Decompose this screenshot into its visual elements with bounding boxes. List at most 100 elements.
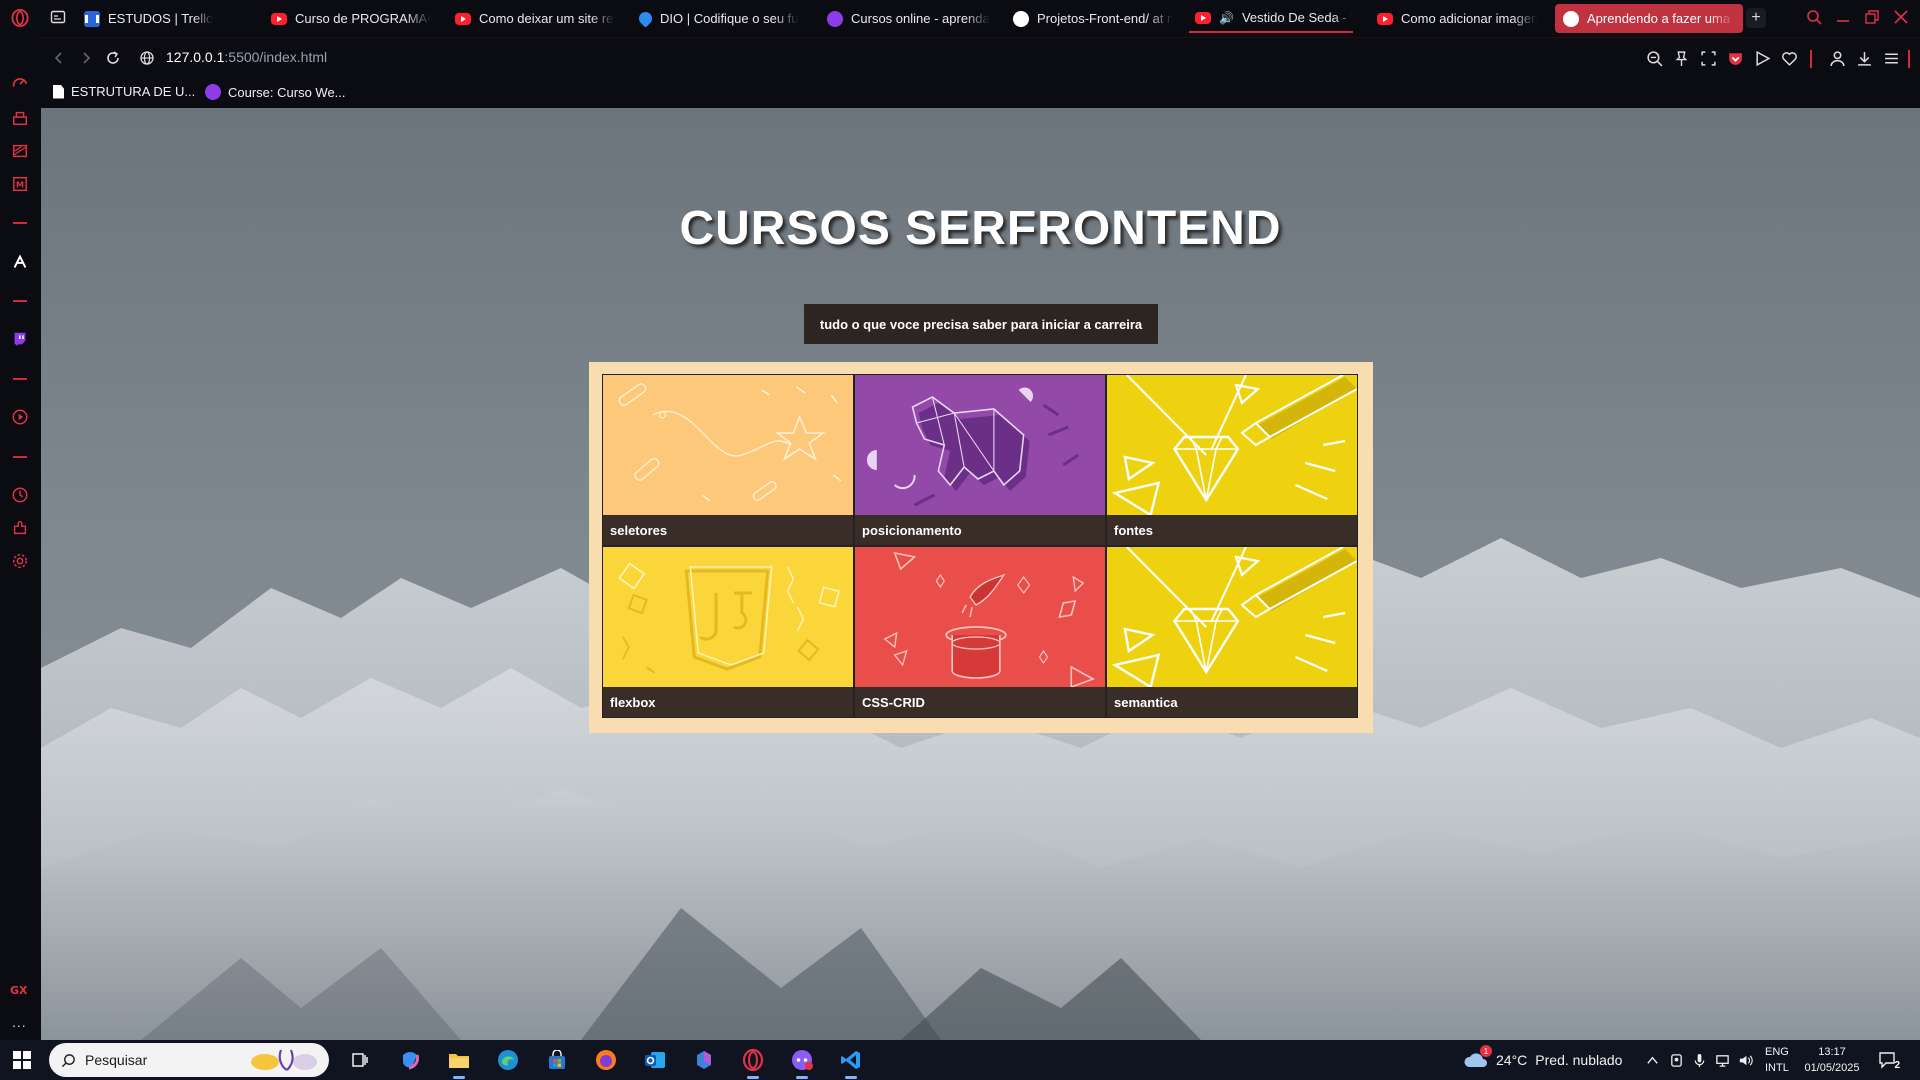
gx-control-icon[interactable] <box>10 74 30 94</box>
tab-title: Projetos-Front-end/ at m <box>1037 11 1173 26</box>
tab-title: ESTUDOS | Trello <box>108 11 214 26</box>
download-icon[interactable] <box>1854 48 1874 68</box>
course-card-semantica[interactable]: semantica <box>1106 546 1358 718</box>
course-card-flexbox[interactable]: flexbox <box>602 546 854 718</box>
chevron-up-icon[interactable] <box>1644 1052 1660 1068</box>
flexbox-illustration <box>603 547 853 689</box>
discord-icon[interactable] <box>788 1046 816 1079</box>
settings-gear-icon[interactable] <box>10 551 30 571</box>
taskbar-search-box[interactable]: Pesquisar <box>49 1043 329 1077</box>
weather-widget[interactable]: 1 24°C Pred. nublado <box>1464 1045 1622 1069</box>
bookmark-estrutura[interactable]: ESTRUTURA DE U... <box>53 84 195 99</box>
tab-title: Cursos online - aprenda <box>851 11 990 26</box>
tab-youtube-site-responsivo[interactable]: Como deixar um site res <box>449 4 615 33</box>
file-explorer-icon[interactable] <box>445 1046 473 1079</box>
bookmark-label: ESTRUTURA DE U... <box>71 84 196 99</box>
course-card-fontes[interactable]: fontes <box>1106 374 1358 546</box>
windows-start-icon[interactable] <box>13 1051 31 1069</box>
youtube-icon <box>271 12 287 25</box>
search-icon[interactable] <box>1803 6 1825 28</box>
bookmark-course[interactable]: Course: Curso We... <box>205 84 346 100</box>
camera-icon[interactable] <box>1668 1052 1684 1068</box>
opera-gx-taskbar-icon[interactable] <box>739 1046 767 1079</box>
url-field[interactable]: 127.0.0.1:5500/index.html <box>166 49 327 65</box>
forward-button[interactable] <box>76 48 96 68</box>
css-crid-illustration <box>855 547 1105 689</box>
tab-youtube-vestido[interactable]: 🔊 Vestido De Seda - Yo <box>1189 4 1353 33</box>
gx-badge[interactable]: GX <box>10 984 28 997</box>
restore-button[interactable] <box>1861 6 1883 28</box>
volume-icon[interactable] <box>1737 1052 1753 1068</box>
course-card-seletores[interactable]: seletores <box>602 374 854 546</box>
history-icon[interactable] <box>10 485 30 505</box>
microsoft-store-icon[interactable] <box>543 1046 571 1074</box>
audio-playing-icon[interactable]: 🔊 <box>1219 11 1234 25</box>
weather-alert-badge: 1 <box>1480 1045 1492 1057</box>
posicionamento-illustration <box>855 375 1105 517</box>
clock-date: 01/05/2025 <box>1804 1062 1860 1074</box>
rocketseat-icon <box>205 84 221 100</box>
browser-sidebar: M GX ... <box>0 0 41 1040</box>
new-tab-button[interactable]: + <box>1746 8 1766 28</box>
courses-grid: seletores posicionamento fontes flexbox … <box>602 374 1360 718</box>
opera-logo-icon[interactable] <box>9 7 31 29</box>
minimize-button[interactable] <box>1832 6 1854 28</box>
taskbar-clock[interactable]: 13:17 01/05/2025 <box>1801 1044 1863 1076</box>
youtube-icon <box>1377 12 1393 25</box>
course-card-css-crid[interactable]: CSS-CRID <box>854 546 1106 718</box>
tab-dio[interactable]: DIO | Codifique o seu fu <box>633 4 803 33</box>
reload-button[interactable] <box>103 48 123 68</box>
search-icon <box>61 1053 75 1067</box>
heart-icon[interactable] <box>1779 48 1799 68</box>
globe-icon <box>1563 10 1579 27</box>
task-view-icon[interactable] <box>346 1046 374 1074</box>
gmail-icon[interactable]: M <box>10 174 30 194</box>
github-icon <box>1013 10 1029 27</box>
course-card-label: seletores <box>603 515 853 545</box>
seletores-illustration <box>603 375 853 517</box>
extensions-icon[interactable] <box>10 518 30 538</box>
notification-center-icon[interactable]: 2 <box>1878 1051 1900 1071</box>
edge-icon[interactable] <box>494 1046 522 1074</box>
url-host: 127.0.0.1 <box>166 49 225 65</box>
address-bar: 127.0.0.1:5500/index.html <box>41 37 1920 78</box>
tab-title: Aprendendo a fazer uma p <box>1587 11 1735 26</box>
site-info-globe-icon[interactable] <box>137 48 157 68</box>
language-code: ENG <box>1765 1046 1789 1058</box>
network-icon[interactable] <box>1714 1052 1730 1068</box>
toolbar-divider <box>1810 50 1812 68</box>
firefox-icon[interactable] <box>592 1046 620 1074</box>
player-play-icon[interactable] <box>10 407 30 427</box>
microsoft-365-icon[interactable] <box>690 1046 718 1074</box>
easy-setup-menu-icon[interactable] <box>1881 48 1901 68</box>
profile-icon[interactable] <box>1827 48 1847 68</box>
send-icon[interactable] <box>1752 48 1772 68</box>
tab-github[interactable]: Projetos-Front-end/ at m <box>1007 4 1173 33</box>
workspaces-icon[interactable] <box>47 6 69 28</box>
aria-icon[interactable] <box>10 252 30 272</box>
close-button[interactable] <box>1890 6 1912 28</box>
snapshot-icon[interactable] <box>1698 48 1718 68</box>
vscode-icon[interactable] <box>837 1046 865 1079</box>
twitch-icon[interactable] <box>10 329 30 349</box>
page-viewport[interactable]: CURSOS SERFRONTEND tudo o que voce preci… <box>41 108 1920 1040</box>
course-card-posicionamento[interactable]: posicionamento <box>854 374 1106 546</box>
tab-trello[interactable]: ESTUDOS | Trello <box>78 4 248 33</box>
tab-rocketseat[interactable]: Cursos online - aprenda <box>821 4 991 33</box>
tab-youtube-imagem[interactable]: Como adicionar imagem <box>1371 4 1537 33</box>
pin-icon[interactable] <box>1671 48 1691 68</box>
microphone-icon[interactable] <box>1691 1052 1707 1068</box>
outlook-icon[interactable] <box>641 1046 669 1074</box>
pocket-icon[interactable] <box>1725 48 1745 68</box>
zoom-out-icon[interactable] <box>1644 48 1664 68</box>
course-card-label: semantica <box>1107 687 1357 717</box>
rocketseat-icon <box>827 10 843 27</box>
sidebar-more-icon[interactable]: ... <box>12 1014 27 1030</box>
gx-corner-icon[interactable] <box>10 108 30 128</box>
tab-current[interactable]: Aprendendo a fazer uma p <box>1555 4 1743 33</box>
tab-youtube-programacao[interactable]: Curso de PROGRAMAÇÃ <box>265 4 431 33</box>
language-indicator[interactable]: ENG INTL <box>1765 1044 1789 1076</box>
back-button[interactable] <box>49 48 69 68</box>
copilot-icon[interactable] <box>396 1046 424 1074</box>
player-icon[interactable] <box>10 141 30 161</box>
